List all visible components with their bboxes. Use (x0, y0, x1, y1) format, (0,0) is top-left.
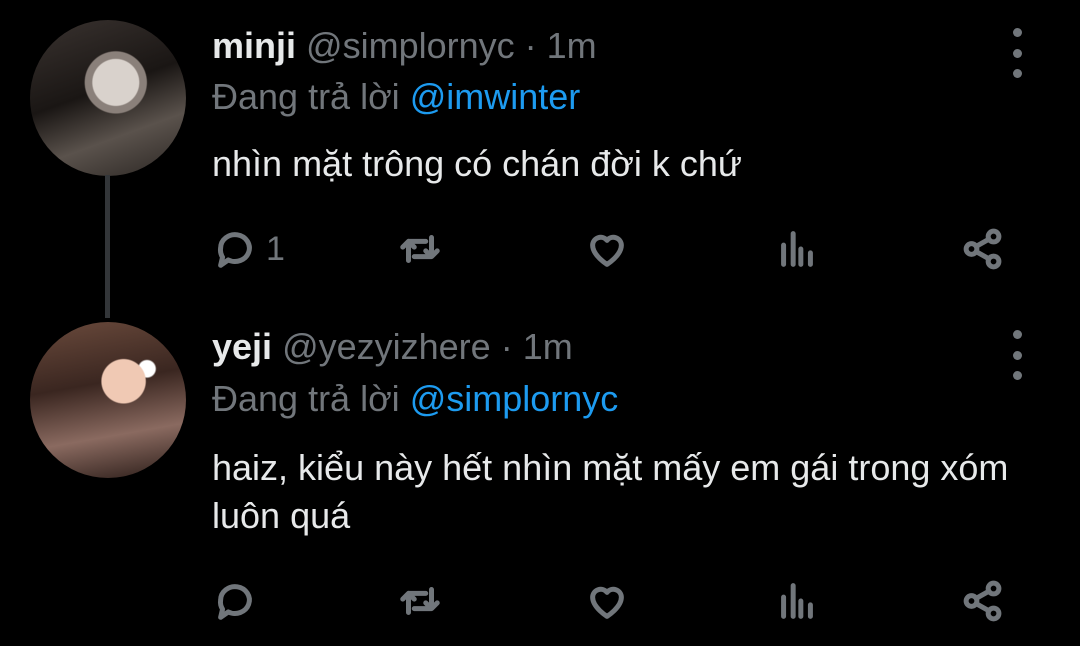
handle[interactable]: @yezyizhere (282, 326, 491, 367)
reply-button[interactable]: 1 (212, 224, 285, 274)
replying-to: Đang trả lời @simplornyc (212, 378, 618, 420)
retweet-icon (400, 587, 440, 615)
analytics-icon (781, 583, 813, 619)
tweet-text: haiz, kiểu này hết nhìn mặt mấy em gái t… (212, 447, 1009, 536)
tweet-text: nhìn mặt trông có chán đời k chứ (212, 143, 742, 184)
analytics-icon (781, 231, 813, 267)
tweet-header: yeji @yezyizhere · 1m (212, 326, 573, 368)
retweet-button[interactable] (397, 576, 443, 626)
more-icon[interactable] (1000, 330, 1034, 380)
share-button[interactable] (960, 576, 1006, 626)
reply-icon (217, 584, 252, 620)
reply-icon (217, 232, 252, 268)
handle[interactable]: @simplornyc (306, 25, 515, 66)
retweet-button[interactable] (397, 224, 443, 274)
analytics-button[interactable] (774, 576, 820, 626)
tweet-header: minji @simplornyc · 1m (212, 25, 597, 67)
like-icon (590, 234, 624, 267)
timestamp[interactable]: · 1m (501, 326, 573, 367)
share-icon (963, 580, 1002, 622)
share-button[interactable] (960, 224, 1006, 274)
action-bar (212, 576, 1042, 626)
share-icon (963, 228, 1002, 270)
display-name[interactable]: minji (212, 25, 296, 66)
mention-link[interactable]: @simplornyc (410, 378, 619, 419)
reply-count: 1 (266, 229, 285, 268)
like-icon (590, 586, 624, 619)
analytics-button[interactable] (774, 224, 820, 274)
avatar[interactable] (30, 20, 186, 176)
like-button[interactable] (584, 224, 630, 274)
avatar[interactable] (30, 322, 186, 478)
timestamp[interactable]: · 1m (525, 25, 597, 66)
thread-connector (105, 175, 110, 318)
mention-link[interactable]: @imwinter (410, 76, 581, 117)
replying-prefix: Đang trả lời (212, 76, 400, 117)
replying-to: Đang trả lời @imwinter (212, 76, 580, 118)
more-icon[interactable] (1000, 28, 1034, 78)
like-button[interactable] (584, 576, 630, 626)
action-bar: 1 (212, 224, 1042, 274)
retweet-icon (400, 235, 440, 263)
display-name[interactable]: yeji (212, 326, 272, 367)
replying-prefix: Đang trả lời (212, 378, 400, 419)
reply-button[interactable] (212, 576, 266, 626)
